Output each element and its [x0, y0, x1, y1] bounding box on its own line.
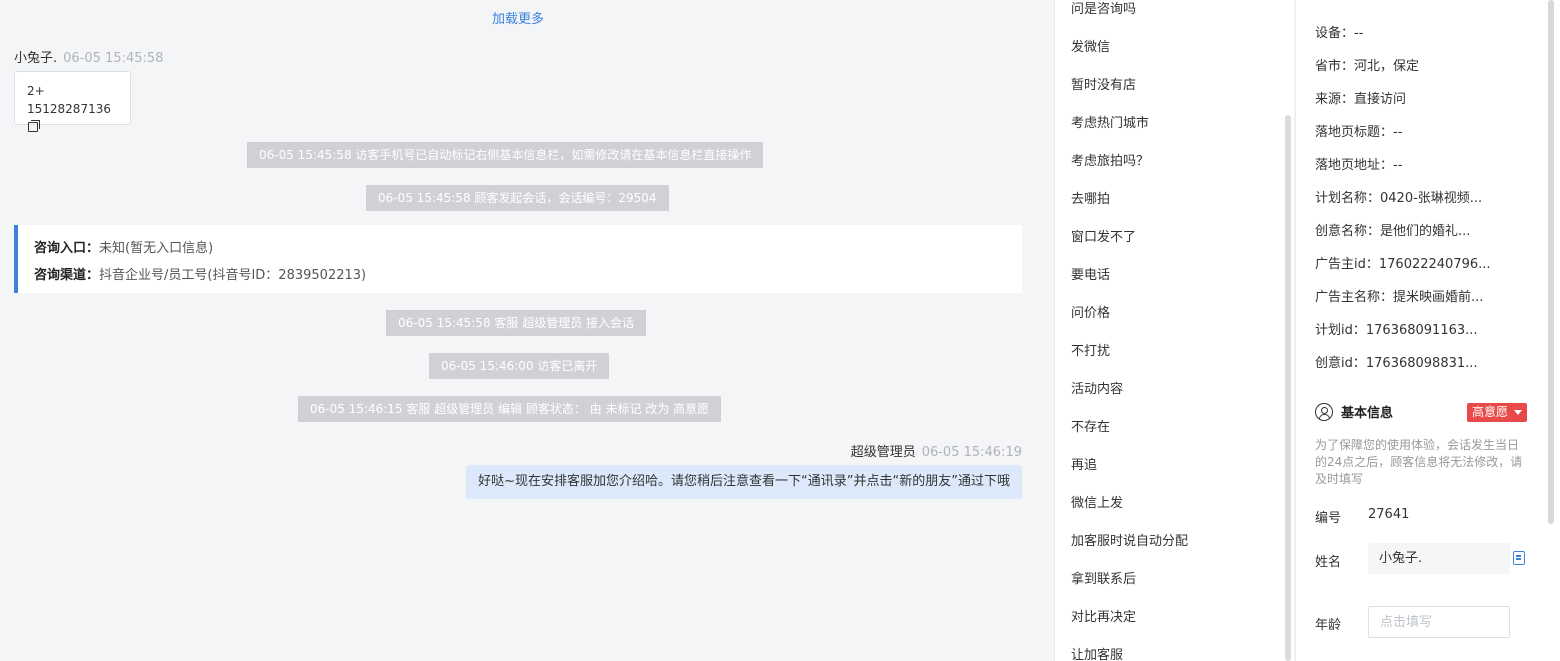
entry-value: 未知(暂无入口信息): [99, 241, 214, 256]
visitor-message-line1: 2+: [27, 84, 45, 98]
system-message: 06-05 15:45:58 访客手机号已自动标记右侧基本信息栏，如需修改请在基…: [247, 142, 764, 168]
info-advertiser-id: 广告主id：176022240796...: [1315, 257, 1491, 272]
quick-reply-item[interactable]: 加客服时说自动分配: [1071, 530, 1188, 549]
system-message: 06-05 15:46:00 访客已离开: [429, 353, 610, 379]
copy-icon[interactable]: [28, 120, 40, 132]
system-message: 06-05 15:45:58 顾客发起会话，会话编号：29504: [366, 185, 669, 211]
channel-value: 抖音企业号/员工号(抖音号ID：2839502213): [99, 268, 367, 283]
quick-reply-item[interactable]: 暂时没有店: [1071, 74, 1136, 93]
quick-reply-item[interactable]: 发微信: [1071, 36, 1110, 55]
quick-reply-item[interactable]: 拿到联系后: [1071, 568, 1136, 587]
id-value: 27641: [1368, 507, 1410, 522]
agent-message-bubble: 好哒~现在安排客服加您介绍哈。请您稍后注意查看一下“通讯录”并点击“新的朋友”通…: [466, 465, 1022, 499]
visitor-name: 小兔子.: [14, 51, 58, 66]
entry-label: 咨询入口：: [34, 241, 100, 256]
intent-status-dropdown[interactable]: 高意愿: [1467, 403, 1527, 422]
quick-reply-item[interactable]: 不存在: [1071, 416, 1110, 435]
quick-reply-item[interactable]: 再追: [1071, 454, 1097, 473]
edit-notice: 为了保障您的使用体验，会话发生当日的24点之后，顾客信息将无法修改，请及时填写: [1315, 438, 1523, 486]
quick-reply-item[interactable]: 去哪拍: [1071, 188, 1110, 207]
copy-icon[interactable]: [1513, 551, 1525, 565]
user-circle-icon: [1315, 402, 1333, 421]
visitor-message-bubble: 2+ 15128287136: [14, 71, 131, 132]
chat-panel: 加载更多 小兔子. 06-05 15:45:58 2+ 15128287136 0…: [0, 0, 1040, 661]
quick-reply-item[interactable]: 考虑旅拍吗？: [1071, 150, 1149, 169]
id-label: 编号: [1315, 511, 1342, 526]
basic-info-header: 基本信息: [1315, 402, 1393, 421]
agent-name: 超级管理员: [850, 445, 916, 460]
basic-info-title: 基本信息: [1341, 406, 1394, 421]
visitor-message-meta: 小兔子. 06-05 15:45:58: [14, 47, 163, 66]
load-more-link[interactable]: 加载更多: [0, 8, 1036, 27]
quick-reply-item[interactable]: 对比再决定: [1071, 606, 1136, 625]
quick-reply-item[interactable]: 问是咨询吗: [1071, 0, 1136, 17]
visitor-message-time: 06-05 15:45:58: [63, 51, 164, 66]
name-label: 姓名: [1315, 555, 1342, 570]
quick-reply-item[interactable]: 活动内容: [1071, 378, 1123, 397]
age-input[interactable]: [1368, 606, 1510, 638]
info-source: 来源：直接访问: [1315, 92, 1407, 107]
system-message: 06-05 15:46:15 客服 超级管理员 编辑 顾客状态： 由 未标记 改…: [298, 396, 722, 422]
age-label: 年龄: [1315, 618, 1342, 633]
quick-reply-item[interactable]: 窗口发不了: [1071, 226, 1136, 245]
quick-reply-item[interactable]: 考虑热门城市: [1071, 112, 1149, 131]
caret-down-icon: [1514, 410, 1522, 415]
channel-label: 咨询渠道：: [34, 268, 100, 283]
info-device: 设备：--: [1315, 26, 1364, 41]
agent-message-time: 06-05 15:46:19: [921, 445, 1022, 460]
quick-reply-item[interactable]: 问价格: [1071, 302, 1110, 321]
agent-message-meta: 超级管理员 06-05 15:46:19: [851, 441, 1022, 460]
system-message: 06-05 15:45:58 客服 超级管理员 接入会话: [386, 310, 647, 336]
info-plan-name: 计划名称：0420-张琳视频...: [1315, 191, 1483, 206]
consult-entry-card: 咨询入口：未知(暂无入口信息) 咨询渠道：抖音企业号/员工号(抖音号ID：283…: [14, 225, 1022, 293]
info-creative-id: 创意id：176368098831...: [1315, 356, 1478, 371]
quick-reply-item[interactable]: 不打扰: [1071, 340, 1110, 359]
visitor-phone: 15128287136: [27, 102, 111, 116]
quick-reply-item[interactable]: 让加客服: [1071, 644, 1123, 661]
quick-reply-scrollbar[interactable]: [1285, 115, 1291, 661]
info-plan-id: 计划id：176368091163...: [1315, 323, 1478, 338]
info-landing-url: 落地页地址：--: [1315, 158, 1403, 173]
quick-reply-item[interactable]: 微信上发: [1071, 492, 1123, 511]
info-panel-scrollbar[interactable]: [1548, 0, 1554, 524]
info-province: 省市：河北，保定: [1315, 59, 1420, 74]
info-advertiser-name: 广告主名称：提米映画婚前...: [1315, 290, 1484, 305]
intent-status-label: 高意愿: [1472, 405, 1509, 419]
quick-reply-panel: 问是咨询吗 发微信 暂时没有店 考虑热门城市 考虑旅拍吗？ 去哪拍 窗口发不了 …: [1054, 0, 1294, 661]
info-landing-title: 落地页标题：--: [1315, 125, 1403, 140]
visitor-info-panel: 设备：-- 省市：河北，保定 来源：直接访问 落地页标题：-- 落地页地址：--…: [1295, 0, 1560, 661]
name-field[interactable]: 小兔子.: [1368, 543, 1510, 574]
info-creative-name: 创意名称：是他们的婚礼...: [1315, 224, 1471, 239]
quick-reply-item[interactable]: 要电话: [1071, 264, 1110, 283]
